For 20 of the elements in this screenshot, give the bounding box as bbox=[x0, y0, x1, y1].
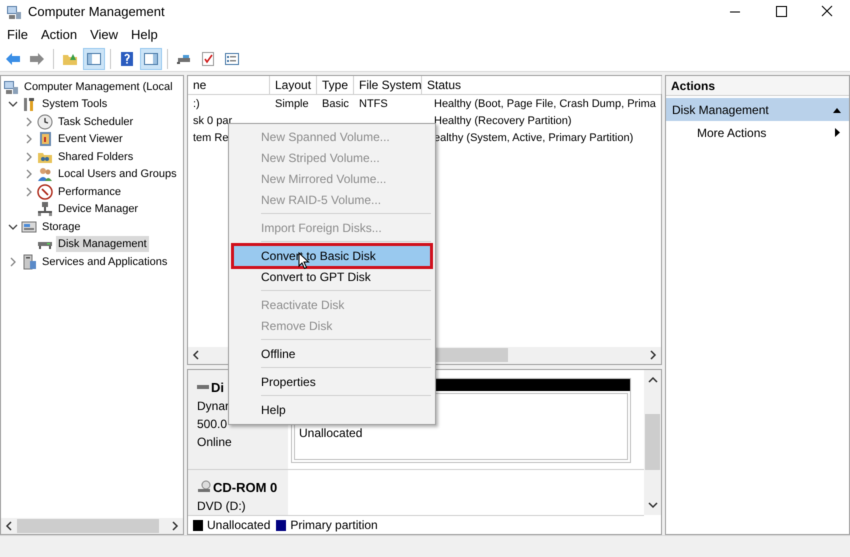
table-cell: Simple bbox=[275, 98, 309, 110]
window-title: Computer Management bbox=[28, 3, 165, 22]
legend-label: Primary partition bbox=[290, 517, 378, 534]
disk-name: CD-ROM 0 bbox=[213, 478, 278, 496]
disk-info: Online bbox=[197, 435, 232, 449]
table-cell: Basic bbox=[322, 98, 349, 110]
panel-title: Actions bbox=[671, 78, 716, 94]
legend-label: Unallocated bbox=[207, 517, 270, 534]
disk-info: DVD (D:) bbox=[197, 499, 246, 513]
table-cell: Healthy (Boot, Page File, Crash Dump, Prima bbox=[434, 98, 656, 110]
table-cell: Healthy (Recovery Partition) bbox=[434, 115, 572, 128]
section-title: Disk Management bbox=[672, 102, 769, 118]
disk-info: 500.0 bbox=[197, 417, 228, 431]
table-cell: tem Re bbox=[193, 132, 228, 144]
disk-name: Di bbox=[211, 378, 224, 396]
table-cell: NTFS bbox=[359, 98, 388, 110]
table-cell: sk 0 par bbox=[193, 115, 232, 128]
table-cell: :) bbox=[193, 98, 200, 110]
partition-info: Unallocated bbox=[299, 426, 362, 440]
disk-info: Dynar bbox=[197, 399, 230, 413]
